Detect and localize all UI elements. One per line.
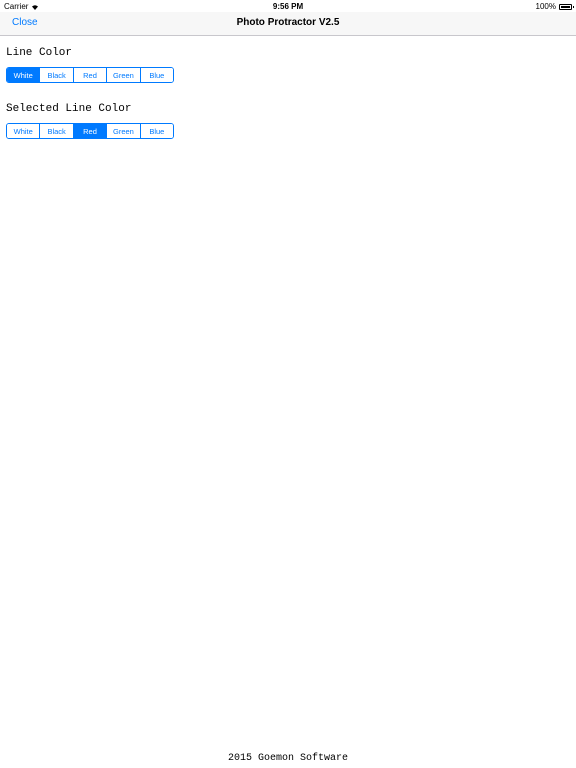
- selected-line-color-option-white[interactable]: White: [7, 124, 41, 138]
- battery-percent: 100%: [535, 2, 556, 11]
- status-bar: Carrier 9:56 PM 100%: [0, 0, 576, 12]
- battery-indicator: 100%: [535, 2, 574, 11]
- selected-line-color-option-black[interactable]: Black: [40, 124, 74, 138]
- line-color-label: Line Color: [6, 47, 73, 59]
- selected-line-color-label: Selected Line Color: [6, 103, 132, 115]
- status-time: 9:56 PM: [272, 2, 304, 11]
- line-color-segmented-control: White Black Red Green Blue: [6, 67, 174, 83]
- selected-line-color-option-blue[interactable]: Blue: [140, 124, 173, 138]
- page-title: Photo Protractor V2.5: [236, 17, 340, 28]
- selected-line-color-option-red[interactable]: Red: [73, 124, 108, 138]
- line-color-option-blue[interactable]: Blue: [140, 68, 173, 82]
- selected-line-color-section: Selected Line Color White Black Red Gree…: [6, 103, 174, 139]
- selected-line-color-option-green[interactable]: Green: [107, 124, 141, 138]
- battery-icon: [559, 3, 574, 10]
- line-color-option-red[interactable]: Red: [73, 68, 108, 82]
- selected-line-color-segmented-control: White Black Red Green Blue: [6, 123, 174, 139]
- line-color-option-green[interactable]: Green: [107, 68, 141, 82]
- line-color-option-white[interactable]: White: [7, 68, 41, 82]
- line-color-option-black[interactable]: Black: [40, 68, 74, 82]
- battery-fill: [561, 5, 570, 8]
- footer-copyright: 2015 Goemon Software: [227, 753, 349, 764]
- navigation-bar: Close Photo Protractor V2.5: [0, 12, 576, 36]
- line-color-section: Line Color White Black Red Green Blue: [6, 47, 174, 83]
